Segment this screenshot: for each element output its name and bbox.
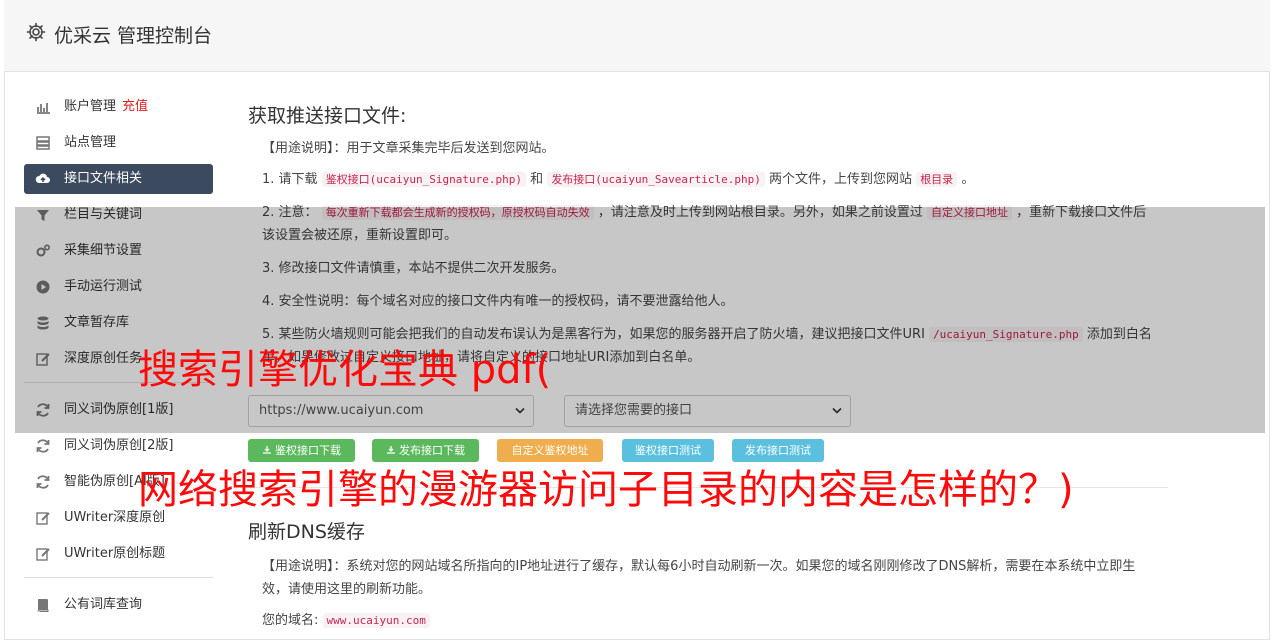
usage-note: 【用途说明】：用于文章采集完毕后发送到您网站。	[262, 141, 555, 156]
button-label: 鉴权接口下载	[275, 444, 341, 457]
download-signature-button[interactable]: 鉴权接口下载	[248, 439, 355, 462]
domain-label: 您的域名:	[262, 613, 319, 628]
button-label: 发布接口测试	[745, 444, 811, 457]
button-label: 发布接口下载	[399, 444, 465, 457]
cogs-icon	[36, 244, 51, 257]
sidebar-item-label: 同义词伪原创[1版]	[64, 402, 174, 417]
step-4: 4. 安全性说明：每个域名对应的接口文件内有唯一的授权码，请不要泄露给他人。	[262, 294, 734, 309]
step-1: 1. 请下载 鉴权接口(ucaiyun_Signature.php) 和 发布接…	[262, 168, 1158, 191]
step-text: 和	[530, 172, 544, 187]
download-icon	[387, 446, 395, 454]
edit-icon	[36, 512, 50, 525]
chevron-down-icon	[515, 407, 525, 414]
step-text: 2. 注意：	[262, 205, 318, 220]
overlay-title-line2: 网络搜索引擎的漫游器访问子目录的内容是怎样的？)	[138, 467, 1074, 513]
custom-signature-url-button[interactable]: 自定义鉴权地址	[497, 439, 603, 462]
custom-url-code: 自定义接口地址	[926, 205, 1012, 220]
test-publish-button[interactable]: 发布接口测试	[732, 439, 824, 462]
overlay-title-line1: 搜索引擎优化宝典 pdf(	[138, 347, 552, 393]
button-label: 鉴权接口测试	[635, 444, 701, 457]
database-icon	[37, 316, 49, 330]
sidebar-item-label: 深度原创任务	[64, 351, 143, 366]
main-content: 获取推送接口文件: 【用途说明】：用于文章采集完毕后发送到您网站。 1. 请下载…	[248, 100, 1158, 369]
sidebar-item-account[interactable]: 账户管理 充值	[24, 92, 213, 122]
sidebar-item-label: 账户管理	[64, 99, 117, 114]
sidebar-item-label: 手动运行测试	[64, 279, 143, 294]
sidebar-item-manual-run[interactable]: 手动运行测试	[24, 272, 213, 302]
sidebar-item-interface-files[interactable]: 接口文件相关	[24, 164, 213, 194]
bar-chart-icon	[37, 103, 50, 114]
sidebar-item-label: 接口文件相关	[64, 171, 143, 186]
domain-value: www.ucaiyun.com	[322, 613, 430, 628]
sidebar-item-label: 公有词库查询	[64, 597, 143, 612]
server-icon	[36, 136, 50, 150]
download-icon	[263, 446, 271, 454]
refresh-icon	[36, 475, 50, 489]
step-text: 5. 某些防火墙规则可能会把我们的自动发布误认为是黑客行为，如果您的服务器开启了…	[262, 327, 925, 342]
recharge-link[interactable]: 充值	[122, 99, 148, 114]
sidebar-item-label: 站点管理	[64, 135, 117, 150]
site-select-value: https://www.ucaiyun.com	[259, 403, 424, 418]
sidebar-item-label: UWriter原创标题	[64, 546, 166, 561]
sidebar-item-article-store[interactable]: 文章暂存库	[24, 308, 213, 338]
section-title-dns: 刷新DNS缓存	[248, 521, 365, 543]
domain-row: 您的域名: www.ucaiyun.com	[262, 609, 1158, 632]
interface-select-value: 请选择您需要的接口	[575, 403, 693, 418]
book-icon	[37, 599, 49, 612]
sidebar-item-collect-settings[interactable]: 采集细节设置	[24, 236, 213, 266]
root-dir-code: 根目录	[916, 172, 958, 187]
step-2: 2. 注意： 每次重新下载都会生成新的授权码，原授权码自动失效 ，请注意及时上传…	[262, 201, 1158, 247]
sidebar-item-uwriter-title[interactable]: UWriter原创标题	[24, 539, 213, 569]
sidebar-item-label: 栏目与关键词	[64, 207, 143, 222]
dns-section: 刷新DNS缓存 【用途说明】：系统对您的网站域名所指向的IP地址进行了缓存，默认…	[248, 516, 1158, 632]
step-3: 3. 修改接口文件请慎重，本站不提供二次开发服务。	[262, 261, 565, 276]
button-label: 自定义鉴权地址	[511, 444, 589, 457]
test-signature-button[interactable]: 鉴权接口测试	[622, 439, 714, 462]
sidebar-divider	[24, 577, 213, 578]
sidebar-item-label: 采集细节设置	[64, 243, 143, 258]
chevron-down-icon	[832, 407, 842, 414]
play-circle-icon	[36, 280, 50, 294]
step-text: 两个文件，上传到您网站	[769, 172, 913, 187]
sidebar-item-public-lexicon[interactable]: 公有词库查询	[24, 590, 213, 620]
whitelist-uri-code: /ucaiyun_Signature.php	[929, 327, 1083, 342]
refresh-icon	[36, 439, 50, 453]
top-header: 优采云 管理控制台	[4, 0, 1270, 72]
refresh-icon	[36, 403, 50, 417]
dns-usage-note: 【用途说明】：系统对您的网站域名所指向的IP地址进行了缓存，默认每6小时自动刷新…	[262, 559, 1136, 597]
edit-icon	[36, 548, 50, 561]
publish-file-code: 发布接口(ucaiyun_Savearticle.php)	[547, 172, 765, 187]
sidebar-item-synonym-v1[interactable]: 同义词伪原创[1版]	[24, 395, 213, 425]
sidebar-item-label: 同义词伪原创[2版]	[64, 438, 174, 453]
signature-file-code: 鉴权接口(ucaiyun_Signature.php)	[321, 172, 527, 187]
app-title: 优采云 管理控制台	[54, 25, 213, 47]
sidebar-item-label: 文章暂存库	[64, 315, 130, 330]
edit-icon	[36, 353, 50, 366]
step-text: 。	[961, 172, 975, 187]
filter-icon	[37, 210, 49, 221]
section-title-interface: 获取推送接口文件:	[248, 105, 407, 127]
sidebar-item-columns-keywords[interactable]: 栏目与关键词	[24, 200, 213, 230]
step-text: 1. 请下载	[262, 172, 318, 187]
site-select[interactable]: https://www.ucaiyun.com	[248, 395, 534, 427]
step-text: ，请注意及时上传到网站根目录。另外，如果之前设置过	[597, 205, 923, 220]
download-publish-button[interactable]: 发布接口下载	[372, 439, 479, 462]
gear-icon	[26, 22, 46, 42]
sidebar-item-sites[interactable]: 站点管理	[24, 128, 213, 158]
sidebar-item-synonym-v2[interactable]: 同义词伪原创[2版]	[24, 431, 213, 461]
interface-select[interactable]: 请选择您需要的接口	[564, 395, 851, 427]
warning-code: 每次重新下载都会生成新的授权码，原授权码自动失效	[321, 205, 594, 220]
cloud-upload-icon	[35, 173, 50, 183]
